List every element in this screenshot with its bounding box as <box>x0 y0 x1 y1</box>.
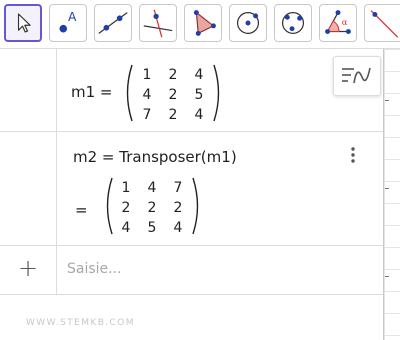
graphics-style-icon <box>342 67 371 84</box>
m2-equals: = <box>75 201 88 219</box>
algebra-input-row[interactable]: + Saisie... <box>0 245 383 295</box>
circle-center-tool-button[interactable] <box>229 4 267 42</box>
reflect-line-icon <box>370 10 399 38</box>
matrix-cell: 4 <box>173 220 183 236</box>
matrix-cell: 2 <box>168 87 178 103</box>
circle-center-icon <box>236 11 260 35</box>
matrix-cell: 1 <box>121 180 131 196</box>
graphics-style-button[interactable] <box>333 56 381 96</box>
m2-definition[interactable]: m2 = Transposer(m1) <box>73 148 237 166</box>
axis-tick <box>385 100 389 101</box>
perpendicular-line-icon <box>143 9 173 38</box>
add-input-icon[interactable]: + <box>18 254 38 282</box>
matrix-cell: 4 <box>194 67 204 83</box>
m1-matrix: 1 2 4 4 2 5 7 2 4 <box>134 65 212 125</box>
axis-tick <box>385 276 389 277</box>
perpendicular-line-tool-button[interactable] <box>139 4 177 42</box>
point-A-icon: A <box>59 10 77 33</box>
more-vertical-icon[interactable] <box>347 146 359 164</box>
matrix-cell: 2 <box>173 200 183 216</box>
row-marker-column <box>0 131 57 245</box>
angle-alpha-icon: α <box>325 10 351 34</box>
right-bracket <box>191 177 203 235</box>
line-tool-button[interactable] <box>94 4 132 42</box>
graphics-view[interactable] <box>383 49 400 340</box>
matrix-cell: 2 <box>168 107 178 123</box>
point-tool-button[interactable]: A <box>49 4 87 42</box>
alpha-letter: α <box>342 18 348 28</box>
algebra-row-m2[interactable]: m2 = Transposer(m1) = 1 4 7 2 2 2 4 5 4 <box>0 131 383 246</box>
m1-label: m1 = <box>71 83 113 101</box>
matrix-cell: 2 <box>147 200 157 216</box>
arrow-cursor-icon <box>17 13 31 33</box>
circle-three-points-tool-button[interactable] <box>274 4 312 42</box>
row-marker-column <box>0 49 57 131</box>
left-bracket <box>122 64 134 122</box>
m2-matrix: 1 4 7 2 2 2 4 5 4 <box>113 178 191 238</box>
matrix-cell: 7 <box>173 180 183 196</box>
toolbar: A α <box>0 0 400 49</box>
matrix-cell: 2 <box>168 67 178 83</box>
angle-tool-button[interactable]: α <box>319 4 357 42</box>
point-tool-letter: A <box>68 10 77 24</box>
right-bracket <box>212 64 224 122</box>
matrix-cell: 2 <box>121 200 131 216</box>
move-tool-button[interactable] <box>4 4 42 42</box>
matrix-cell: 4 <box>147 180 157 196</box>
algebra-view: m1 = 1 2 4 4 2 5 7 2 4 m2 = Transposer(m… <box>0 49 383 340</box>
matrix-cell: 5 <box>194 87 204 103</box>
circle-points-icon <box>281 11 305 35</box>
matrix-cell: 5 <box>147 220 157 236</box>
matrix-cell: 1 <box>142 67 152 83</box>
line-two-points-icon <box>98 12 128 34</box>
watermark: WWW.STEMKB.COM <box>26 318 135 328</box>
algebra-row-m1[interactable]: m1 = 1 2 4 4 2 5 7 2 4 <box>0 49 383 132</box>
matrix-cell: 7 <box>142 107 152 123</box>
matrix-cell: 4 <box>142 87 152 103</box>
matrix-cell: 4 <box>194 107 204 123</box>
matrix-cell: 4 <box>121 220 131 236</box>
reflect-tool-button[interactable] <box>364 4 400 42</box>
axis-tick <box>385 188 389 189</box>
polygon-tool-button[interactable] <box>184 4 222 42</box>
polygon-icon <box>193 10 216 36</box>
algebra-input-field[interactable]: Saisie... <box>67 261 122 277</box>
